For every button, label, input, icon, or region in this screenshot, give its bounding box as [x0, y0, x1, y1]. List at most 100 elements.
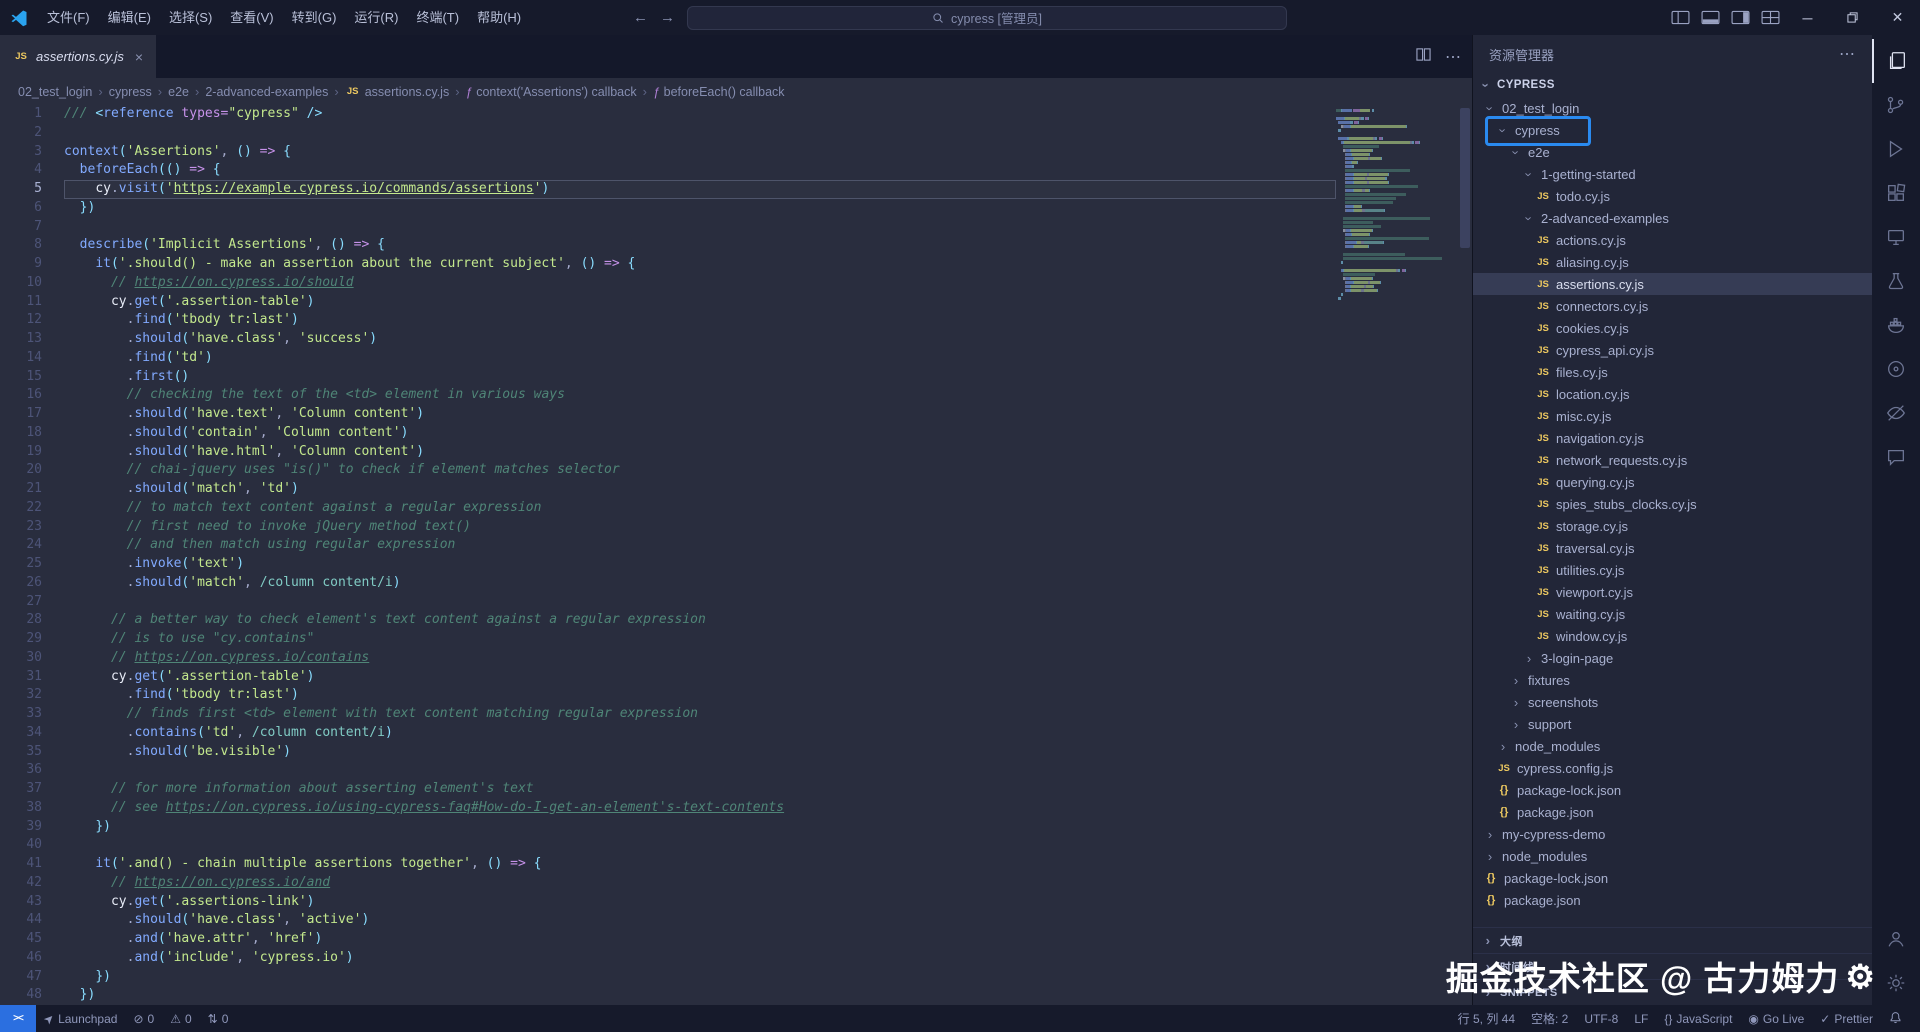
tree-item[interactable]: ›node_modules [1473, 735, 1872, 757]
code-line[interactable]: .first() [64, 368, 1336, 387]
code-line[interactable]: .contains('td', /column content/i) [64, 724, 1336, 743]
minimap[interactable] [1336, 105, 1458, 1005]
tree-item[interactable]: JSmisc.cy.js [1473, 405, 1872, 427]
code-line[interactable]: cy.get('.assertion-table') [64, 668, 1336, 687]
toggle-primary-sidebar-icon[interactable] [1665, 0, 1695, 35]
code-line[interactable]: }) [64, 986, 1336, 1005]
tab-assertions[interactable]: JS assertions.cy.js × [0, 35, 156, 78]
remote-explorer-icon[interactable] [1872, 215, 1920, 259]
panel-header[interactable]: ›大纲 [1473, 927, 1872, 953]
code-line[interactable]: .should('have.class', 'success') [64, 330, 1336, 349]
code-line[interactable]: // and then match using regular expressi… [64, 536, 1336, 555]
menu-item[interactable]: 查看(V) [221, 0, 282, 35]
toggle-secondary-sidebar-icon[interactable] [1725, 0, 1755, 35]
sidebar-more-actions-icon[interactable]: ⋯ [1839, 44, 1856, 64]
statusbar-ports[interactable]: ⇅0 [200, 1005, 237, 1032]
code-line[interactable]: // to match text content against a regul… [64, 499, 1336, 518]
tree-item[interactable]: JSquerying.cy.js [1473, 471, 1872, 493]
tree-item[interactable]: JSactions.cy.js [1473, 229, 1872, 251]
code-line[interactable]: .and('have.attr', 'href') [64, 930, 1336, 949]
tree-item[interactable]: JSfiles.cy.js [1473, 361, 1872, 383]
tree-item[interactable]: ›node_modules [1473, 845, 1872, 867]
editor-scrollbar[interactable] [1458, 105, 1472, 1005]
extensions-icon[interactable] [1872, 171, 1920, 215]
tree-item[interactable]: {}package-lock.json [1473, 867, 1872, 889]
code-line[interactable]: // see https://on.cypress.io/using-cypre… [64, 799, 1336, 818]
breadcrumb-item[interactable]: ƒbeforeEach() callback [653, 85, 785, 99]
remote-indicator[interactable]: >< [0, 1005, 36, 1032]
statusbar-language[interactable]: {}JavaScript [1656, 1005, 1740, 1032]
code-line[interactable] [64, 836, 1336, 855]
code-line[interactable]: beforeEach(() => { [64, 161, 1336, 180]
code-line[interactable]: it('.should() - make an assertion about … [64, 255, 1336, 274]
tree-item[interactable]: JScypress.config.js [1473, 757, 1872, 779]
docker-icon[interactable] [1872, 303, 1920, 347]
settings-gear-icon[interactable] [1872, 961, 1920, 1005]
code-line[interactable]: .find('tbody tr:last') [64, 311, 1336, 330]
statusbar-errors[interactable]: ⊘0 [125, 1005, 162, 1032]
tree-item[interactable]: JScookies.cy.js [1473, 317, 1872, 339]
code-line[interactable]: .and('include', 'cypress.io') [64, 949, 1336, 968]
code-line[interactable]: // https://on.cypress.io/and [64, 874, 1336, 893]
forward-arrow-icon[interactable]: → [660, 9, 675, 26]
code-line[interactable]: }) [64, 818, 1336, 837]
account-icon[interactable] [1872, 917, 1920, 961]
code-line[interactable]: // checking the text of the <td> element… [64, 386, 1336, 405]
code-line[interactable]: cy.get('.assertions-link') [64, 893, 1336, 912]
statusbar-indentation[interactable]: 空格: 2 [1523, 1005, 1576, 1032]
statusbar-notifications[interactable] [1881, 1005, 1910, 1032]
tree-item[interactable]: JStraversal.cy.js [1473, 537, 1872, 559]
menu-item[interactable]: 文件(F) [38, 0, 99, 35]
restore-button[interactable] [1830, 0, 1875, 35]
code-line[interactable]: cy.get('.assertion-table') [64, 293, 1336, 312]
statusbar-cursor-position[interactable]: 行 5, 列 44 [1450, 1005, 1523, 1032]
chat-icon[interactable] [1872, 435, 1920, 479]
statusbar-prettier[interactable]: ✓Prettier [1812, 1005, 1881, 1032]
code-line[interactable]: .should('match', /column content/i) [64, 574, 1336, 593]
code-line[interactable]: .find('tbody tr:last') [64, 686, 1336, 705]
split-editor-icon[interactable] [1416, 47, 1431, 67]
tree-item[interactable]: ›fixtures [1473, 669, 1872, 691]
code-line[interactable] [64, 218, 1336, 237]
tree-item[interactable]: JSnavigation.cy.js [1473, 427, 1872, 449]
breadcrumb-item[interactable]: cypress [109, 85, 152, 99]
code-line[interactable] [64, 593, 1336, 612]
tree-item[interactable]: JScypress_api.cy.js [1473, 339, 1872, 361]
code-line[interactable] [64, 124, 1336, 143]
menu-item[interactable]: 终端(T) [407, 0, 468, 35]
tree-item[interactable]: ›support [1473, 713, 1872, 735]
code-line[interactable] [64, 761, 1336, 780]
code-line[interactable]: // https://on.cypress.io/contains [64, 649, 1336, 668]
code-line[interactable]: .should('have.html', 'Column content') [64, 443, 1336, 462]
more-actions-icon[interactable]: ⋯ [1445, 47, 1462, 67]
statusbar-go-live[interactable]: ◉Go Live [1740, 1005, 1812, 1032]
statusbar-eol[interactable]: LF [1626, 1005, 1656, 1032]
statusbar-warnings[interactable]: ⚠0 [162, 1005, 199, 1032]
tree-item[interactable]: JSutilities.cy.js [1473, 559, 1872, 581]
code-line[interactable]: // for more information about asserting … [64, 780, 1336, 799]
tree-item[interactable]: JSnetwork_requests.cy.js [1473, 449, 1872, 471]
code-line[interactable]: .should('contain', 'Column content') [64, 424, 1336, 443]
eye-off-icon[interactable] [1872, 391, 1920, 435]
tree-item[interactable]: JSaliasing.cy.js [1473, 251, 1872, 273]
code-line[interactable]: // first need to invoke jQuery method te… [64, 518, 1336, 537]
tree-item[interactable]: JSassertions.cy.js [1473, 273, 1872, 295]
code-line[interactable]: }) [64, 968, 1336, 987]
code-line[interactable]: .invoke('text') [64, 555, 1336, 574]
breadcrumb-item[interactable]: 02_test_login [18, 85, 92, 99]
tree-item[interactable]: ›screenshots [1473, 691, 1872, 713]
code-line[interactable]: // finds first <td> element with text co… [64, 705, 1336, 724]
tree-item[interactable]: {}package.json [1473, 801, 1872, 823]
code-lines[interactable]: /// <reference types="cypress" />context… [64, 105, 1336, 1005]
scrollbar-thumb[interactable] [1460, 108, 1470, 248]
close-button[interactable]: ✕ [1875, 0, 1920, 35]
tree-item[interactable]: ›2-advanced-examples [1473, 207, 1872, 229]
toggle-panel-icon[interactable] [1695, 0, 1725, 35]
tree-item[interactable]: JSstorage.cy.js [1473, 515, 1872, 537]
code-line[interactable]: // https://on.cypress.io/should [64, 274, 1336, 293]
record-circle-icon[interactable] [1872, 347, 1920, 391]
tree-item[interactable]: ›3-login-page [1473, 647, 1872, 669]
code-line[interactable]: // a better way to check element's text … [64, 611, 1336, 630]
code-line[interactable]: .should('have.class', 'active') [64, 911, 1336, 930]
workspace-section-header[interactable]: › CYPRESS [1473, 73, 1872, 97]
